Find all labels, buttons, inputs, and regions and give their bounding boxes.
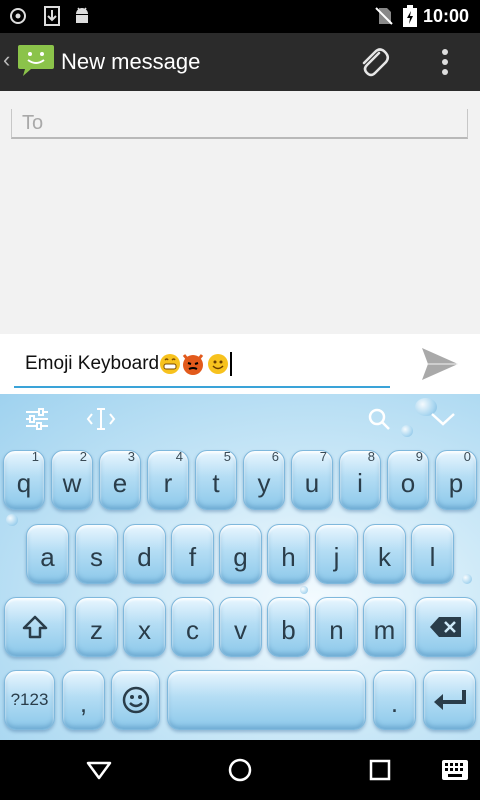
spacebar[interactable] bbox=[167, 670, 366, 730]
message-bar: Emoji Keyboard bbox=[0, 334, 480, 394]
key-e[interactable]: 3e bbox=[99, 449, 141, 510]
key-v[interactable]: v bbox=[219, 597, 262, 657]
clock: 10:00 bbox=[422, 6, 469, 26]
status-bar: 10:00 bbox=[0, 0, 480, 33]
shift-key[interactable] bbox=[4, 597, 66, 657]
keyboard-switch-icon[interactable] bbox=[440, 755, 470, 785]
key-d[interactable]: d bbox=[123, 524, 166, 584]
backspace-key[interactable] bbox=[415, 597, 477, 657]
recents-nav-icon[interactable] bbox=[365, 755, 395, 785]
to-field[interactable] bbox=[11, 109, 468, 139]
home-nav-icon[interactable] bbox=[225, 755, 255, 785]
key-x[interactable]: x bbox=[123, 597, 166, 657]
text-caret bbox=[230, 351, 233, 376]
sync-icon bbox=[8, 6, 28, 26]
key-k[interactable]: k bbox=[363, 524, 406, 584]
key-j[interactable]: j bbox=[315, 524, 358, 584]
key-y[interactable]: 6y bbox=[243, 449, 285, 510]
key-f[interactable]: f bbox=[171, 524, 214, 584]
key-g[interactable]: g bbox=[219, 524, 262, 584]
page-title: New message bbox=[61, 49, 201, 74]
imp-devil-emoji bbox=[181, 352, 205, 376]
grinning-face-emoji bbox=[159, 353, 181, 375]
key-a[interactable]: a bbox=[26, 524, 69, 584]
download-icon bbox=[42, 6, 62, 26]
emoji-icon bbox=[122, 686, 149, 714]
key-z[interactable]: z bbox=[75, 597, 118, 657]
key-t[interactable]: 5t bbox=[195, 449, 237, 510]
key-w[interactable]: 2w bbox=[51, 449, 93, 510]
send-button[interactable] bbox=[418, 344, 462, 384]
symbols-key[interactable]: ?123 bbox=[4, 670, 55, 730]
battery-charging-icon bbox=[400, 5, 420, 27]
android-icon bbox=[72, 6, 92, 26]
key-n[interactable]: n bbox=[315, 597, 358, 657]
no-sim-icon bbox=[374, 6, 394, 26]
emoji-key[interactable] bbox=[111, 670, 160, 730]
collapse-icon[interactable] bbox=[428, 404, 458, 434]
water-drop bbox=[6, 514, 18, 526]
smiling-face-emoji bbox=[207, 353, 229, 375]
key-m[interactable]: m bbox=[363, 597, 406, 657]
key-r[interactable]: 4r bbox=[147, 449, 189, 510]
key-h[interactable]: h bbox=[267, 524, 310, 584]
message-text: Emoji Keyboard bbox=[25, 353, 160, 374]
back-nav-icon[interactable] bbox=[84, 755, 114, 785]
key-b[interactable]: b bbox=[267, 597, 310, 657]
keyboard-toolbar bbox=[0, 394, 480, 444]
enter-icon bbox=[433, 690, 466, 710]
settings-sliders-icon[interactable] bbox=[22, 404, 52, 434]
key-u[interactable]: 7u bbox=[291, 449, 333, 510]
action-bar: ‹ New message bbox=[0, 33, 480, 91]
key-o[interactable]: 9o bbox=[387, 449, 429, 510]
key-i[interactable]: 8i bbox=[339, 449, 381, 510]
backspace-icon bbox=[430, 617, 461, 637]
overflow-menu-icon[interactable] bbox=[434, 45, 456, 79]
period-key[interactable]: . bbox=[373, 670, 416, 730]
key-q[interactable]: 1q bbox=[3, 449, 45, 510]
compose-area bbox=[0, 91, 480, 334]
message-input[interactable]: Emoji Keyboard bbox=[14, 348, 390, 388]
attach-icon[interactable] bbox=[357, 45, 391, 79]
enter-key[interactable] bbox=[423, 670, 476, 730]
search-icon[interactable] bbox=[364, 404, 394, 434]
cursor-move-icon[interactable] bbox=[86, 404, 116, 434]
messaging-app-icon[interactable] bbox=[17, 43, 55, 77]
key-p[interactable]: 0p bbox=[435, 449, 477, 510]
comma-key[interactable]: , bbox=[62, 670, 105, 730]
keyboard: 1q 2w 3e 4r 5t 6y 7u 8i 9o 0p a s d f g … bbox=[0, 394, 480, 740]
shift-icon bbox=[22, 615, 48, 639]
navigation-bar bbox=[0, 740, 480, 800]
key-c[interactable]: c bbox=[171, 597, 214, 657]
key-s[interactable]: s bbox=[75, 524, 118, 584]
water-drop bbox=[462, 574, 472, 584]
water-drop bbox=[300, 586, 308, 594]
back-icon[interactable]: ‹ bbox=[3, 47, 10, 73]
key-l[interactable]: l bbox=[411, 524, 454, 584]
